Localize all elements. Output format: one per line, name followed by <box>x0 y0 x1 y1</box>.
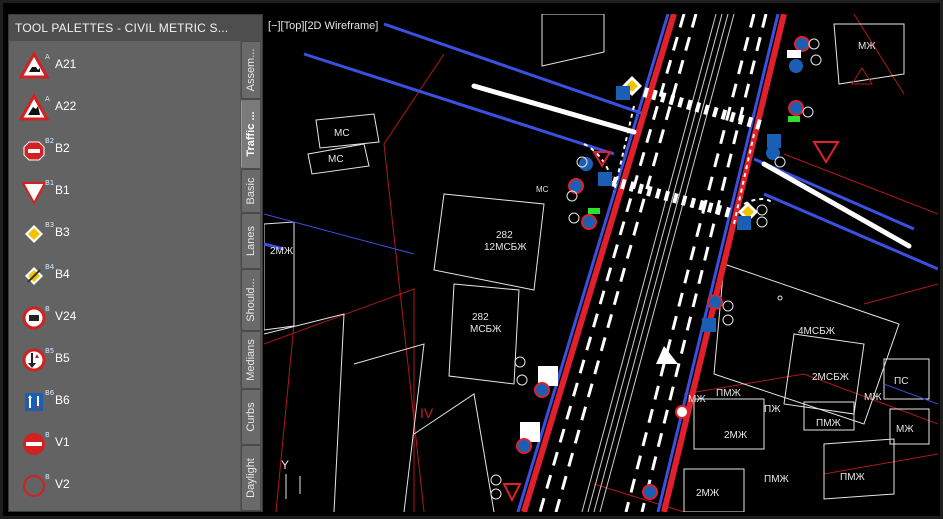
tool-item-a22[interactable]: A A22 <box>15 89 235 125</box>
svg-text:ПМЖ: ПМЖ <box>816 418 842 429</box>
tool-item-a21[interactable]: A A21 <box>15 47 235 83</box>
svg-text:ПЖ: ПЖ <box>764 404 781 415</box>
tab-daylight[interactable]: Daylight <box>241 445 261 511</box>
svg-text:МС: МС <box>536 185 549 194</box>
svg-text:2МЖ: 2МЖ <box>724 430 748 441</box>
svg-text:Y: Y <box>281 458 289 472</box>
ucs-icon <box>285 474 301 499</box>
tool-label: V1 <box>55 435 70 449</box>
svg-text:МС: МС <box>328 154 344 165</box>
svg-text:12МСБЖ: 12МСБЖ <box>484 242 527 253</box>
svg-text:МЖ: МЖ <box>858 41 876 52</box>
tab-assemblies[interactable]: Assem... <box>241 41 261 99</box>
svg-text:МСБЖ: МСБЖ <box>470 324 502 335</box>
tool-label: B5 <box>55 351 70 365</box>
svg-text:ПМЖ: ПМЖ <box>764 474 790 485</box>
palette-tabs: Assem... Traffic ... Basic Lanes Should.… <box>240 41 262 511</box>
tool-label: V2 <box>55 477 70 491</box>
svg-text:МЖ: МЖ <box>896 424 914 435</box>
svg-text:282: 282 <box>472 312 489 323</box>
tool-item-v24[interactable]: B V24 <box>15 299 235 335</box>
tool-label: A21 <box>55 57 77 71</box>
palette-title[interactable]: TOOL PALETTES - CIVIL METRIC S... <box>9 15 262 41</box>
tab-traffic[interactable]: Traffic ... <box>241 99 261 169</box>
tab-medians[interactable]: Medians <box>241 331 261 389</box>
svg-text:2МЖ: 2МЖ <box>270 246 294 257</box>
tool-label: B4 <box>55 267 70 281</box>
tool-item-v2[interactable]: B V2 <box>15 467 235 503</box>
tool-label: A22 <box>55 99 77 113</box>
cad-drawing[interactable]: МЖ МС МС МС 282 12МСБЖ 282 МСБЖ 2МЖ IV 4… <box>264 14 938 512</box>
tool-item-b3[interactable]: B3 B3 <box>15 215 235 251</box>
svg-text:МС: МС <box>334 128 350 139</box>
tool-item-b4[interactable]: B4 B4 <box>15 257 235 293</box>
tool-label: B1 <box>55 183 70 197</box>
tab-shoulders[interactable]: Should... <box>241 269 261 331</box>
svg-text:282: 282 <box>496 230 513 241</box>
tool-item-b2[interactable]: B2 B2 <box>15 131 235 167</box>
svg-text:IV: IV <box>420 405 434 421</box>
tab-lanes[interactable]: Lanes <box>241 213 261 269</box>
tool-item-b1[interactable]: B1 B1 <box>15 173 235 209</box>
tool-palette: TOOL PALETTES - CIVIL METRIC S... A A21 … <box>8 14 263 512</box>
svg-text:2МЖ: 2МЖ <box>696 488 720 499</box>
svg-text:МЖ: МЖ <box>688 394 706 405</box>
tab-basic[interactable]: Basic <box>241 169 261 213</box>
viewport-controls-label[interactable]: [−][Top][2D Wireframe] <box>268 20 378 32</box>
tool-item-b5[interactable]: B5 B5 <box>15 341 235 377</box>
tool-label: B2 <box>55 141 70 155</box>
drawing-viewport[interactable]: МЖ МС МС МС 282 12МСБЖ 282 МСБЖ 2МЖ IV 4… <box>264 14 938 512</box>
tool-item-b6[interactable]: B6 B6 <box>15 383 235 419</box>
svg-text:ПС: ПС <box>894 376 908 387</box>
svg-text:4МСБЖ: 4МСБЖ <box>798 326 836 337</box>
tool-list: A A21 A A22 B2 B2 B1 B1 B3 B3 B4 B4 B V2… <box>9 41 241 511</box>
tool-label: B6 <box>55 393 70 407</box>
svg-text:ПМЖ: ПМЖ <box>840 472 866 483</box>
svg-text:ПМЖ: ПМЖ <box>716 388 742 399</box>
svg-text:2МСБЖ: 2МСБЖ <box>812 372 850 383</box>
tool-item-v1[interactable]: B V1 <box>15 425 235 461</box>
svg-text:МЖ: МЖ <box>864 392 882 403</box>
tab-curbs[interactable]: Curbs <box>241 389 261 445</box>
tool-label: B3 <box>55 225 70 239</box>
tool-label: V24 <box>55 309 77 323</box>
